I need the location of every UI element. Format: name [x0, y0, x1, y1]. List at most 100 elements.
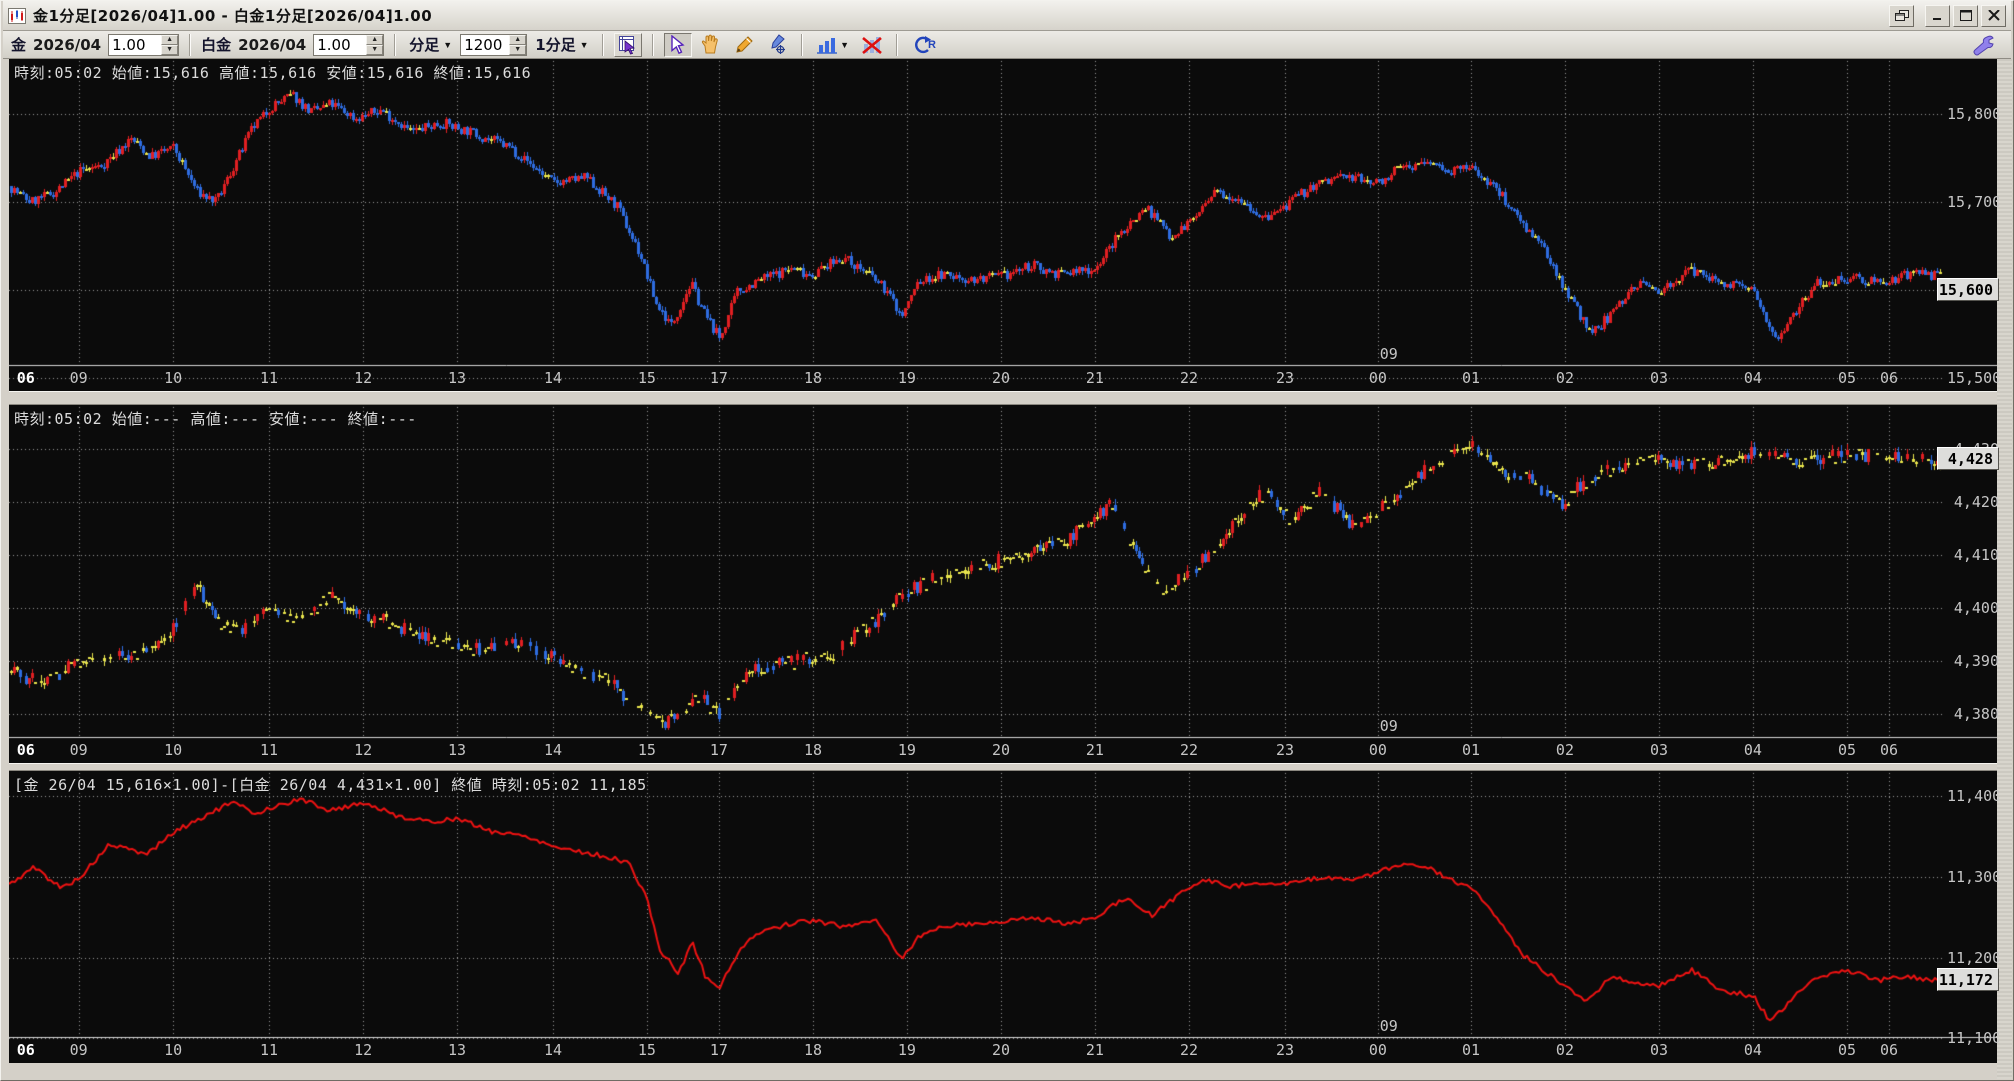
x-axis-label: 19 — [897, 369, 916, 387]
window-title: 金1分足[2026/04]1.00 - 白金1分足[2026/04]1.00 — [33, 7, 433, 25]
x-axis-label: 18 — [803, 741, 823, 759]
toolbar-separator — [800, 33, 803, 56]
y-axis-label: 11,400 — [1947, 787, 1999, 805]
chevron-down-icon: ▼ — [579, 39, 589, 50]
y-axis-label: 4,420 — [1953, 492, 1999, 511]
y-axis-label: 4,410 — [1953, 545, 1999, 564]
close-button[interactable] — [1981, 4, 2006, 27]
x-axis-label: 15 — [637, 1041, 656, 1059]
date-marker: 09 — [1379, 1017, 1398, 1035]
date-marker: 09 — [1379, 717, 1398, 735]
platinum-multiplier-up-button[interactable]: ▲ — [366, 34, 384, 45]
bar-count-input[interactable] — [461, 34, 510, 55]
bar-count-down-button[interactable]: ▼ — [509, 44, 527, 55]
select-arrow-tool-button[interactable] — [663, 32, 692, 57]
x-axis-label: 13 — [447, 741, 467, 759]
x-axis-label: 22 — [1179, 1041, 1199, 1059]
x-axis-label: 04 — [1743, 1041, 1762, 1059]
interval-dropdown[interactable]: 1分足 ▼ — [532, 34, 591, 55]
x-axis-label: 03 — [1650, 741, 1669, 759]
toolbar-separator — [189, 33, 192, 56]
gold-multiplier-up-button[interactable]: ▲ — [161, 34, 179, 45]
x-axis-label: 06 — [1880, 741, 1899, 759]
reload-button[interactable]: R — [908, 33, 942, 57]
platinum-multiplier-down-button[interactable]: ▼ — [366, 44, 384, 55]
chevron-down-icon: ▼ — [840, 39, 849, 50]
x-axis-label: 01 — [1462, 741, 1481, 759]
x-axis-label: 01 — [1462, 369, 1481, 387]
chart-type-dropdown-button[interactable]: ▼ — [813, 33, 853, 57]
x-axis-label: 21 — [1085, 741, 1104, 759]
panel-separator[interactable] — [9, 763, 1999, 771]
toolbar-separator — [651, 33, 654, 56]
y-axis-label: 15,500 — [1947, 369, 1999, 388]
x-axis-label: 14 — [543, 1041, 563, 1059]
maximize-button[interactable] — [1953, 4, 1978, 27]
x-axis-label: 06 — [16, 1041, 35, 1059]
spread-last-value-box: 11,172 — [1937, 968, 1999, 991]
gold-chart-canvas — [9, 59, 1999, 391]
x-axis-label: 15 — [637, 369, 656, 387]
x-axis-label: 02 — [1555, 369, 1574, 387]
marker-draw-tool-button[interactable] — [763, 33, 791, 57]
x-axis-label: 14 — [543, 741, 563, 759]
gold-symbol-label: 金 — [11, 36, 27, 54]
x-axis-label: 20 — [991, 741, 1011, 759]
x-axis-label: 06 — [1880, 1041, 1899, 1059]
x-axis-label: 06 — [1880, 369, 1899, 387]
platinum-chart-panel[interactable]: 時刻:05:02 始値:--- 高値:--- 安値:--- 終値:--- 4,4… — [9, 405, 1999, 763]
panel-separator[interactable] — [9, 391, 1999, 405]
platinum-symbol-label: 白金 — [201, 36, 232, 54]
bar-count-spinner: ▲ ▼ — [460, 33, 528, 56]
x-axis-label: 21 — [1085, 1041, 1104, 1059]
gold-chart-panel[interactable]: 時刻:05:02 始値:15,616 高値:15,616 安値:15,616 終… — [9, 59, 1999, 391]
gold-multiplier-down-button[interactable]: ▼ — [161, 44, 179, 55]
restore-windows-button[interactable] — [1889, 4, 1914, 27]
x-axis-label: 02 — [1555, 741, 1574, 759]
x-axis-label: 17 — [709, 741, 728, 759]
platinum-last-price-box: 4,428 — [1937, 447, 1999, 470]
x-axis-label: 12 — [354, 1041, 373, 1059]
y-axis-label: 15,700 — [1947, 193, 1999, 212]
settings-wrench-button[interactable] — [1969, 33, 1997, 57]
toolbar-separator — [394, 33, 397, 56]
x-axis-label: 14 — [543, 369, 563, 387]
x-axis-label: 05 — [1838, 369, 1857, 387]
x-axis-label: 03 — [1650, 1041, 1669, 1059]
bar-count-up-button[interactable]: ▲ — [509, 34, 527, 45]
y-axis-label: 4,400 — [1953, 598, 1999, 617]
gold-ohlc-info: 時刻:05:02 始値:15,616 高値:15,616 安値:15,616 終… — [14, 64, 532, 82]
y-axis-label: 11,200 — [1947, 948, 1999, 967]
hand-pan-tool-button[interactable] — [697, 33, 725, 57]
gold-contract-month: 2026/04 — [33, 35, 102, 54]
x-axis-label: 11 — [259, 741, 279, 759]
window-controls — [1889, 4, 2006, 27]
x-axis-label: 10 — [164, 1041, 183, 1059]
x-axis-label: 20 — [991, 369, 1011, 387]
x-axis-label: 13 — [447, 1041, 467, 1059]
x-axis-label: 23 — [1275, 741, 1295, 759]
x-axis-label: 00 — [1368, 369, 1387, 387]
x-axis-label: 19 — [897, 1041, 916, 1059]
x-axis-label: 09 — [69, 741, 88, 759]
x-axis-label: 11 — [259, 1041, 279, 1059]
platinum-chart-canvas — [9, 405, 1999, 763]
x-axis-label: 22 — [1179, 369, 1199, 387]
x-axis-label: 22 — [1179, 741, 1199, 759]
platinum-multiplier-input[interactable] — [314, 34, 367, 55]
x-axis-label: 18 — [803, 1041, 823, 1059]
x-axis-label: 15 — [637, 741, 656, 759]
x-axis-label: 01 — [1462, 1041, 1481, 1059]
minimize-button[interactable] — [1925, 4, 1950, 27]
spread-chart-panel[interactable]: [金 26/04 15,616×1.00]-[白金 26/04 4,431×1.… — [9, 771, 1999, 1063]
x-axis-label: 05 — [1838, 741, 1857, 759]
gold-multiplier-input[interactable] — [109, 34, 162, 55]
x-axis-label: 17 — [709, 369, 728, 387]
bar-type-dropdown[interactable]: 分足 ▼ — [406, 34, 455, 55]
x-axis-label: 17 — [709, 1041, 728, 1059]
chart-window: 金1分足[2026/04]1.00 - 白金1分足[2026/04]1.00 金… — [0, 0, 2014, 1081]
chart-delete-button[interactable] — [858, 33, 886, 57]
pencil-draw-tool-button[interactable] — [730, 33, 758, 57]
x-axis-label: 10 — [164, 369, 183, 387]
chart-pointer-tool-button[interactable] — [613, 32, 642, 57]
